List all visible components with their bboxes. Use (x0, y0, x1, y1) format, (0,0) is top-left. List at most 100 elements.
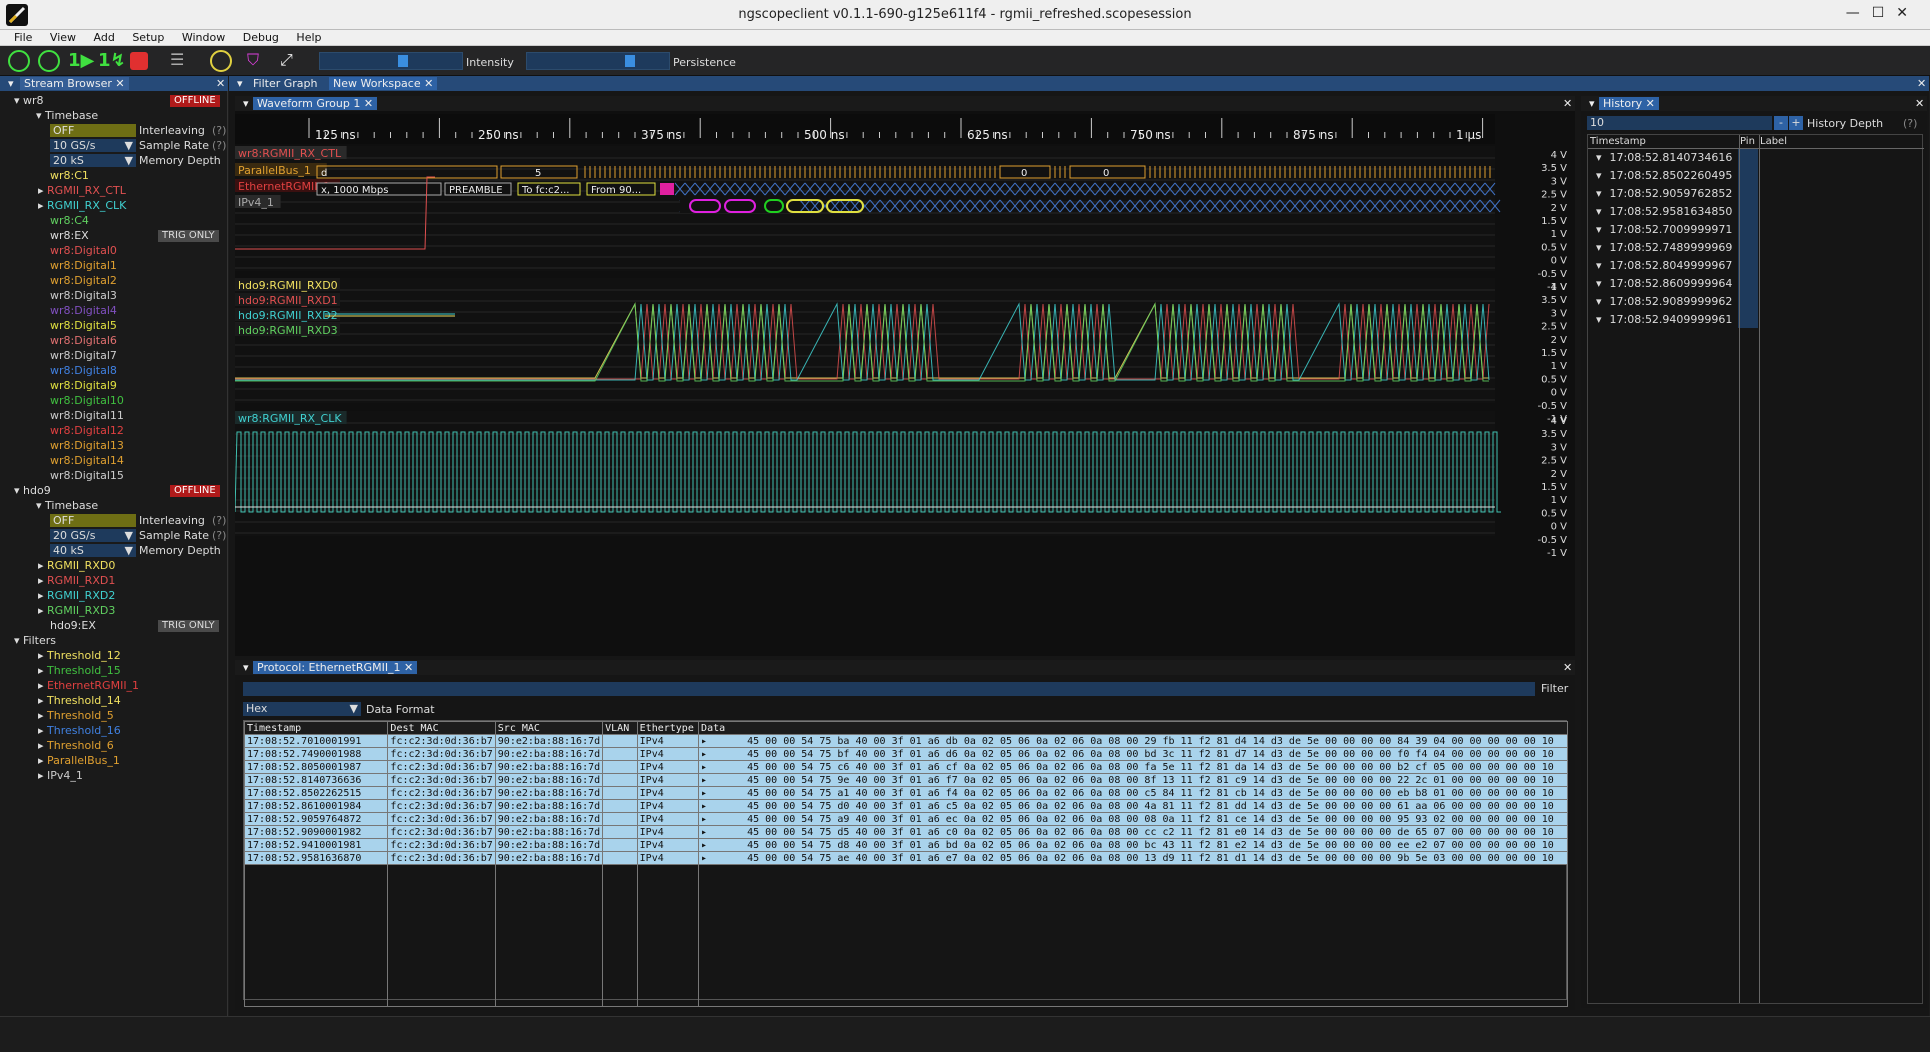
pin-checkbox[interactable] (1738, 238, 1758, 256)
menu-debug[interactable]: Debug (243, 31, 279, 44)
channel-item[interactable]: wr8:Digital0 (50, 244, 117, 258)
timebase-node[interactable]: ▾ Timebase (36, 109, 98, 123)
tab-history[interactable]: History ✕ (1599, 97, 1659, 110)
channel-item[interactable]: ▸ RGMII_RX_CTL (38, 184, 126, 198)
data-format-select[interactable]: Hex ▼ (243, 702, 361, 716)
pin-checkbox[interactable] (1738, 310, 1758, 328)
waveform-canvas[interactable]: 125 ns 250 ns 375 ns 500 ns 625 ns 750 ns 875 … (235, 114, 1575, 654)
column-header[interactable]: Pin (1738, 135, 1758, 149)
maximize-icon[interactable]: ☐ (1872, 5, 1897, 21)
close-icon[interactable]: ✕ (1911, 97, 1928, 110)
table-row[interactable]: 17:08:52.9090001982 fc:c2:3d:0d:36:b7 90:e… (243, 825, 1568, 839)
fullscreen-icon[interactable]: ⤢ (280, 50, 302, 72)
pin-checkbox[interactable] (1738, 274, 1758, 292)
history-row[interactable]: ▾ 17:08:52.9059762852 (1588, 184, 1924, 202)
channel-item[interactable]: wr8:Digital8 (50, 364, 117, 378)
channel-item[interactable]: ▸ RGMII_RXD0 (38, 559, 115, 573)
table-row[interactable]: 17:08:52.8140736636 fc:c2:3d:0d:36:b7 90:e… (243, 773, 1568, 787)
history-row[interactable]: ▾ 17:08:52.7009999971 (1588, 220, 1924, 238)
single-trigger-icon[interactable]: 1▶ (68, 50, 94, 72)
channel-item[interactable]: wr8:EX (50, 229, 89, 243)
history-row[interactable]: ▾ 17:08:52.9409999961 (1588, 310, 1924, 328)
expand-icon[interactable]: ▸ (701, 775, 707, 786)
channel-item[interactable]: wr8:C1 (50, 169, 89, 183)
filter-item[interactable]: ▸ Threshold_16 (38, 724, 121, 738)
chevron-down-icon[interactable]: ▾ (1585, 97, 1599, 110)
help-icon[interactable]: (?) (212, 529, 226, 543)
run-auto-icon[interactable] (38, 50, 60, 72)
expand-icon[interactable]: ▸ (701, 801, 707, 812)
instrument-wr8[interactable]: ▾ wr8 (14, 94, 44, 108)
history-row[interactable]: ▾ 17:08:52.9089999962 (1588, 292, 1924, 310)
settings-gear-icon[interactable] (210, 50, 232, 72)
channel-item[interactable]: hdo9:EX (50, 619, 96, 633)
channel-item[interactable]: wr8:Digital5 (50, 319, 117, 333)
column-header[interactable]: Data (698, 721, 1568, 735)
history-label-cell[interactable] (1758, 292, 1924, 310)
channel-item[interactable]: wr8:Digital4 (50, 304, 117, 318)
table-row[interactable]: 17:08:52.9581636870 fc:c2:3d:0d:36:b7 90:e… (243, 851, 1568, 865)
history-label-cell[interactable] (1758, 184, 1924, 202)
help-icon[interactable]: (?) (1903, 117, 1917, 130)
table-row[interactable]: 17:08:52.7010001991 fc:c2:3d:0d:36:b7 90:e… (243, 734, 1568, 748)
pin-checkbox[interactable] (1738, 256, 1758, 274)
history-label-cell[interactable] (1758, 238, 1924, 256)
expand-icon[interactable]: ▸ (701, 749, 707, 760)
menu-view[interactable]: View (50, 31, 76, 44)
history-label-cell[interactable] (1758, 202, 1924, 220)
probe-icon[interactable]: ⛉ (247, 50, 269, 72)
column-header[interactable]: Dest MAC (387, 721, 496, 735)
channel-item[interactable]: wr8:Digital6 (50, 334, 117, 348)
channel-item[interactable]: ▸ RGMII_RX_CLK (38, 199, 126, 213)
history-row[interactable]: ▾ 17:08:52.7489999969 (1588, 238, 1924, 256)
expand-icon[interactable]: ▸ (701, 736, 707, 747)
force-trigger-icon[interactable]: 1↯ (98, 50, 126, 72)
persistence-slider-knob[interactable] (624, 55, 635, 67)
pin-checkbox[interactable] (1738, 148, 1758, 166)
increment-button[interactable]: + (1789, 116, 1803, 130)
filter-item[interactable]: ▸ Threshold_6 (38, 739, 114, 753)
filter-item[interactable]: ▸ Threshold_14 (38, 694, 121, 708)
minimize-icon[interactable]: — (1846, 5, 1872, 21)
tab-stream-browser[interactable]: Stream Browser ✕ (20, 77, 129, 90)
timebase-node[interactable]: ▾ Timebase (36, 499, 98, 513)
help-icon[interactable]: (?) (212, 514, 226, 528)
chevron-down-icon[interactable]: ▾ (233, 77, 247, 90)
help-icon[interactable]: (?) (212, 124, 226, 138)
column-header[interactable]: Timestamp (1588, 135, 1738, 149)
column-header[interactable]: Label (1758, 135, 1924, 149)
expand-icon[interactable]: ▸ (701, 840, 707, 851)
history-row[interactable]: ▾ 17:08:52.8140734616 (1588, 148, 1924, 166)
menu-setup[interactable]: Setup (132, 31, 164, 44)
channel-item[interactable]: wr8:Digital1 (50, 259, 117, 273)
close-icon[interactable]: ✕ (1559, 97, 1576, 110)
history-label-cell[interactable] (1758, 310, 1924, 328)
chevron-down-icon[interactable]: ▾ (239, 97, 253, 110)
tab-filter-graph[interactable]: Filter Graph (249, 77, 321, 90)
window-controls[interactable]: —☐✕ (1846, 5, 1920, 21)
interleaving-toggle[interactable]: OFF (50, 124, 136, 137)
sample-rate-select[interactable]: 20 GS/s ▼ (50, 529, 136, 542)
channel-item[interactable]: wr8:Digital7 (50, 349, 117, 363)
channel-item[interactable]: wr8:Digital2 (50, 274, 117, 288)
filter-item[interactable]: ▸ ParallelBus_1 (38, 754, 120, 768)
menu-help[interactable]: Help (296, 31, 321, 44)
history-label-cell[interactable] (1758, 148, 1924, 166)
intensity-slider[interactable] (319, 52, 463, 70)
table-row[interactable]: 17:08:52.8502262515 fc:c2:3d:0d:36:b7 90:e… (243, 786, 1568, 800)
expand-icon[interactable]: ▸ (701, 827, 707, 838)
column-header[interactable]: Timestamp (243, 721, 389, 735)
filter-item[interactable]: ▸ Threshold_15 (38, 664, 121, 678)
history-label-cell[interactable] (1758, 220, 1924, 238)
column-header[interactable]: Src MAC (494, 721, 604, 735)
channel-item[interactable]: wr8:Digital10 (50, 394, 124, 408)
channel-item[interactable]: wr8:Digital12 (50, 424, 124, 438)
history-row[interactable]: ▾ 17:08:52.8049999967 (1588, 256, 1924, 274)
pin-checkbox[interactable] (1738, 184, 1758, 202)
channel-item[interactable]: wr8:Digital9 (50, 379, 117, 393)
expand-icon[interactable]: ▸ (701, 788, 707, 799)
close-icon[interactable]: ✕ (212, 77, 229, 90)
persistence-slider[interactable] (526, 52, 670, 70)
channel-item[interactable]: ▸ RGMII_RXD1 (38, 574, 115, 588)
channel-item[interactable]: wr8:Digital14 (50, 454, 124, 468)
